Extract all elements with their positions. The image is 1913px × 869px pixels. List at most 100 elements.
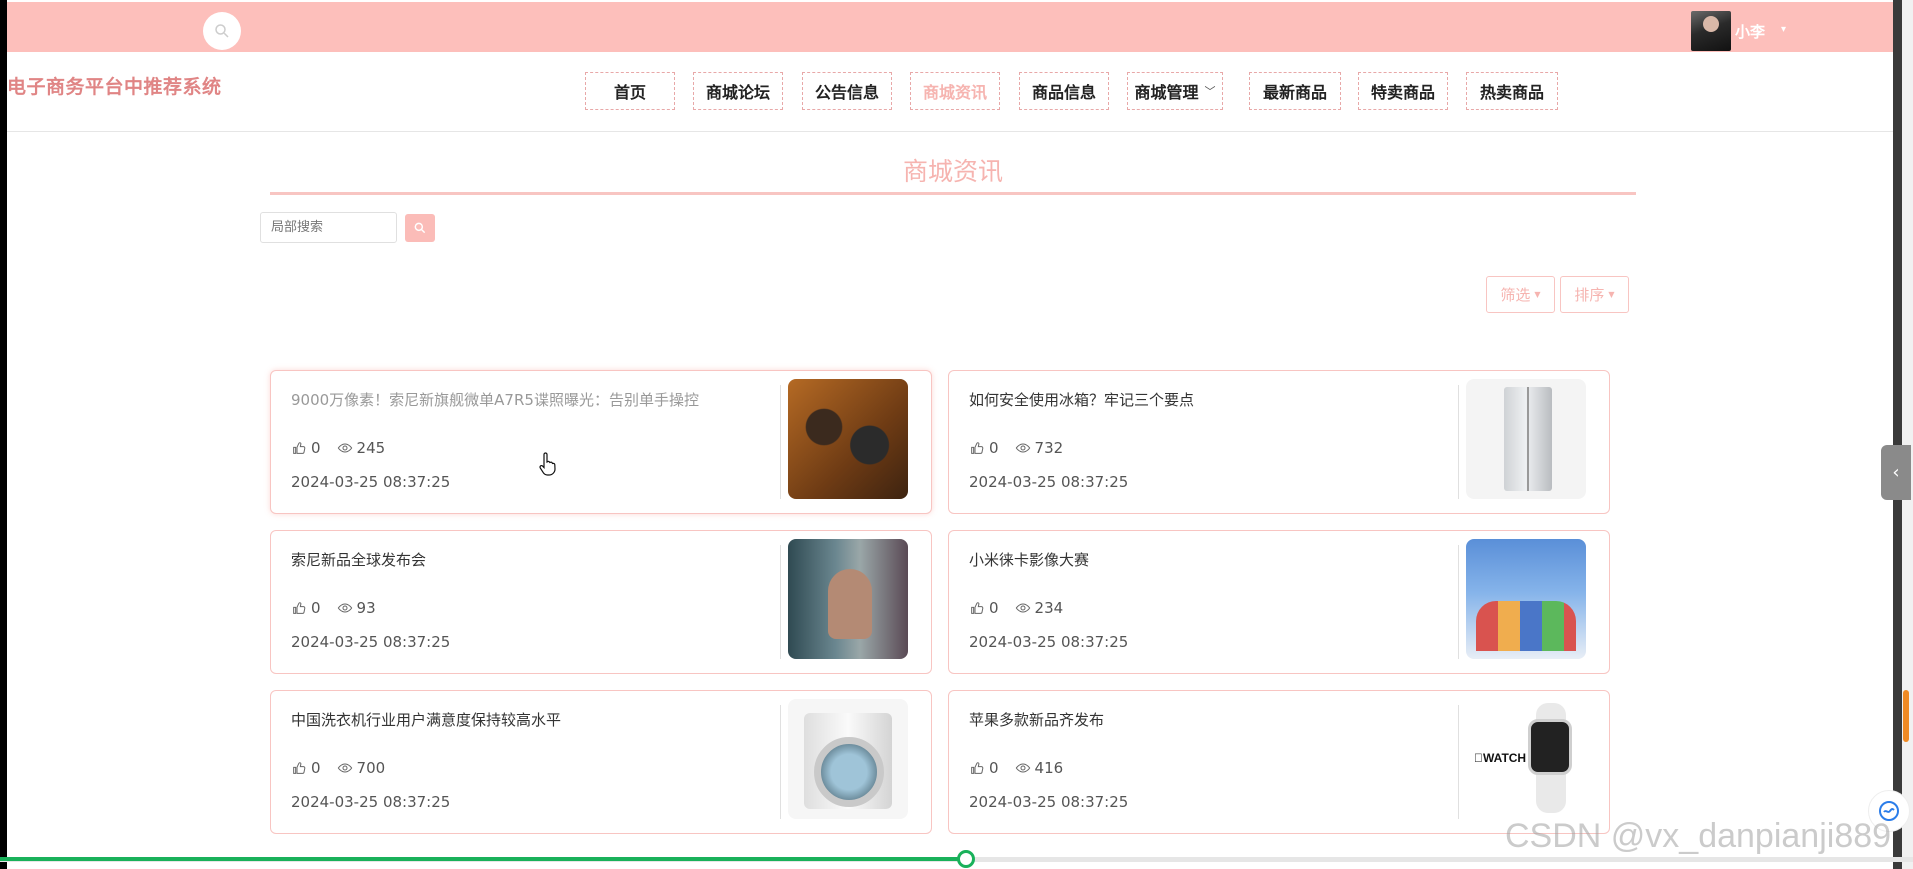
news-thumbnail-fridge[interactable] — [1466, 379, 1586, 499]
thumbs-up-icon[interactable] — [969, 760, 985, 776]
card-divider — [1458, 705, 1459, 819]
nav-item-notices[interactable]: 公告信息 — [802, 72, 892, 110]
caret-down-icon: ▼ — [1608, 290, 1615, 299]
news-thumbnail-astronaut[interactable] — [788, 539, 908, 659]
news-card-stats: 0 416 — [969, 759, 1063, 777]
news-card-date: 2024-03-25 08:37:25 — [291, 473, 451, 491]
news-card-date: 2024-03-25 08:37:25 — [969, 793, 1129, 811]
news-card-date: 2024-03-25 08:37:25 — [291, 633, 451, 651]
nav-item-label: 特卖商品 — [1370, 83, 1435, 102]
like-count: 0 — [311, 599, 321, 617]
view-count: 245 — [356, 439, 386, 457]
news-card[interactable]: 中国洗衣机行业用户满意度保持较高水平 0 700 2024-03-25 08:3… — [270, 690, 932, 834]
chevron-down-icon: ﹀ — [1204, 85, 1216, 98]
nav-item-label: 商品信息 — [1031, 83, 1096, 102]
video-progress-fill — [0, 857, 966, 861]
user-menu-caret-icon[interactable]: ▾ — [1781, 24, 1786, 35]
like-count: 0 — [989, 439, 999, 457]
nav-item-label: 商城论坛 — [705, 83, 770, 102]
card-divider — [780, 705, 781, 819]
section-divider — [270, 192, 1636, 195]
user-avatar[interactable] — [1691, 11, 1731, 51]
user-name[interactable]: 小李 — [1735, 21, 1765, 42]
news-card-stats: 0 93 — [291, 599, 376, 617]
eye-icon — [337, 603, 352, 613]
sort-dropdown-button[interactable]: 排序 ▼ — [1560, 276, 1629, 313]
news-card[interactable]: 苹果多款新品齐发布 0 416 2024-03-25 08:37:25 WAT… — [948, 690, 1610, 834]
thumbs-up-icon[interactable] — [291, 440, 307, 456]
eye-icon — [1015, 443, 1030, 453]
nav-item-hot-products[interactable]: 热卖商品 — [1466, 72, 1558, 110]
video-progress-handle[interactable] — [957, 850, 975, 868]
news-card-title[interactable]: 苹果多款新品齐发布 — [969, 709, 1104, 730]
nav-item-sale-products[interactable]: 特卖商品 — [1358, 72, 1448, 110]
thumbs-up-icon[interactable] — [291, 760, 307, 776]
watch-face — [1528, 719, 1572, 775]
news-card-title[interactable]: 中国洗衣机行业用户满意度保持较高水平 — [291, 709, 561, 730]
scrollbar-thumb[interactable] — [1893, 0, 1902, 869]
news-card[interactable]: 小米徕卡影像大赛 0 234 2024-03-25 08:37:25 — [948, 530, 1610, 674]
site-title: 电子商务平台中推荐系统 — [7, 76, 222, 98]
watermark: CSDN @vx_danpianji889 — [1505, 817, 1892, 855]
scroll-indicator[interactable] — [1903, 690, 1909, 742]
news-card-title[interactable]: 9000万像素！索尼新旗舰微单A7R5谍照曝光：告别单手操控 — [291, 389, 699, 410]
news-card-stats: 0 732 — [969, 439, 1063, 457]
news-card-stats: 0 234 — [969, 599, 1063, 617]
eye-icon — [1015, 763, 1030, 773]
nav-item-label: 公告信息 — [814, 83, 879, 102]
news-thumbnail-camera[interactable] — [788, 379, 908, 499]
news-thumbnail-washer[interactable] — [788, 699, 908, 819]
card-divider — [780, 545, 781, 659]
news-card-stats: 0 245 — [291, 439, 385, 457]
header: 电子商务平台中推荐系统 首页 商城论坛 公告信息 商城资讯 商品信息 商城管理 ﹀… — [7, 52, 1893, 132]
view-count: 93 — [356, 599, 376, 617]
nav-item-new-products[interactable]: 最新商品 — [1249, 72, 1341, 110]
watch-label: WATCH — [1474, 751, 1526, 765]
like-count: 0 — [311, 759, 321, 777]
side-panel-toggle[interactable]: ‹ — [1881, 445, 1911, 500]
news-card-title[interactable]: 索尼新品全球发布会 — [291, 549, 426, 570]
eye-icon — [1015, 603, 1030, 613]
nav-item-products[interactable]: 商品信息 — [1019, 72, 1109, 110]
like-count: 0 — [311, 439, 321, 457]
news-card-date: 2024-03-25 08:37:25 — [291, 793, 451, 811]
search-icon — [414, 222, 426, 234]
view-count: 732 — [1034, 439, 1064, 457]
news-card[interactable]: 9000万像素！索尼新旗舰微单A7R5谍照曝光：告别单手操控 0 245 202… — [270, 370, 932, 514]
news-card-stats: 0 700 — [291, 759, 385, 777]
nav-item-label: 首页 — [613, 83, 646, 102]
local-search-input[interactable] — [260, 212, 397, 243]
news-thumbnail-kids[interactable] — [1466, 539, 1586, 659]
news-card-title[interactable]: 如何安全使用冰箱？牢记三个要点 — [969, 389, 1194, 410]
view-count: 700 — [356, 759, 386, 777]
like-count: 0 — [989, 599, 999, 617]
nav-item-label: 热卖商品 — [1479, 83, 1544, 102]
local-search-button[interactable] — [405, 214, 435, 242]
search-icon — [215, 24, 229, 38]
top-search-button[interactable] — [203, 12, 241, 50]
card-divider — [1458, 545, 1459, 659]
section-title: 商城资讯 — [902, 157, 1003, 186]
eye-icon — [337, 443, 352, 453]
top-bar: 小李 ▾ — [7, 2, 1893, 52]
news-card[interactable]: 如何安全使用冰箱？牢记三个要点 0 732 2024-03-25 08:37:2… — [948, 370, 1610, 514]
news-thumbnail-watch[interactable]: WATCH — [1466, 699, 1586, 819]
sort-label: 排序 — [1574, 286, 1605, 304]
nav-item-forum[interactable]: 商城论坛 — [693, 72, 783, 110]
apple-watch-logo: WATCH — [1474, 751, 1526, 765]
hand-pointer-icon — [539, 452, 556, 476]
news-card-title[interactable]: 小米徕卡影像大赛 — [969, 549, 1089, 570]
nav-item-news[interactable]: 商城资讯 — [910, 72, 1000, 110]
filter-dropdown-button[interactable]: 筛选 ▼ — [1486, 276, 1555, 313]
nav-item-home[interactable]: 首页 — [585, 72, 675, 110]
news-card[interactable]: 索尼新品全球发布会 0 93 2024-03-25 08:37:25 — [270, 530, 932, 674]
thumbs-up-icon[interactable] — [291, 600, 307, 616]
thumbs-up-icon[interactable] — [969, 600, 985, 616]
view-count: 234 — [1034, 599, 1064, 617]
nav-item-label: 最新商品 — [1262, 83, 1327, 102]
nav-item-label: 商城管理 — [1134, 83, 1199, 102]
chevron-left-icon: ‹ — [1892, 462, 1900, 483]
caret-down-icon: ▼ — [1534, 290, 1541, 299]
nav-item-mall-management[interactable]: 商城管理 ﹀ — [1127, 72, 1223, 110]
thumbs-up-icon[interactable] — [969, 440, 985, 456]
